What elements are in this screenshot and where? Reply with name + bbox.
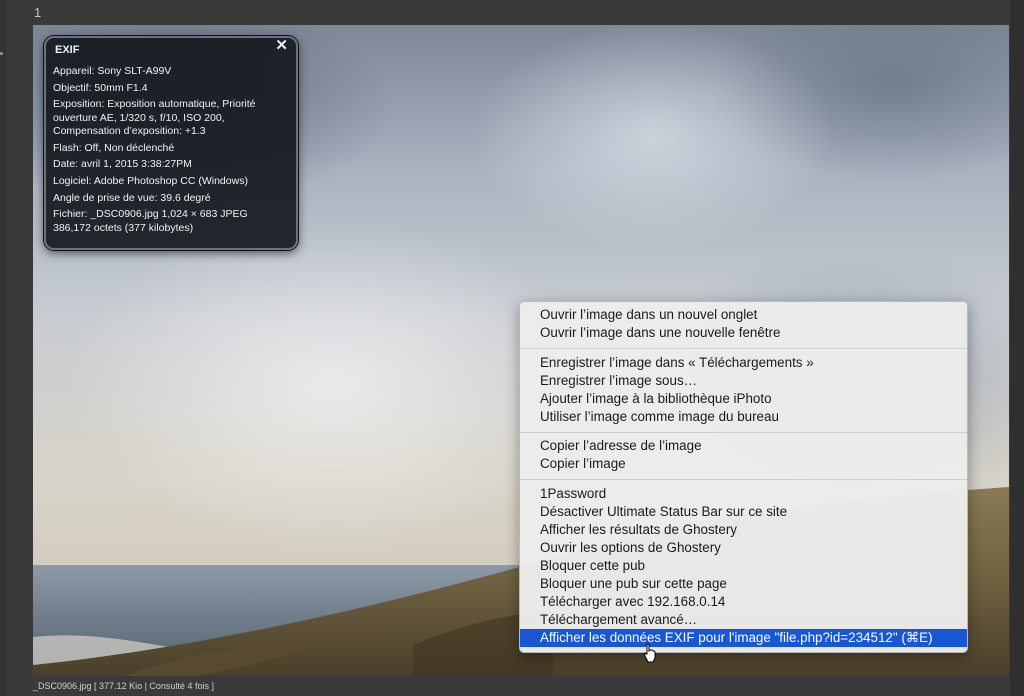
menu-item-show-exif[interactable]: Afficher les données EXIF pour l'image "… — [520, 629, 967, 647]
menu-item-ghostery-results[interactable]: Afficher les résultats de Ghostery — [520, 521, 967, 539]
menu-item-copy-image[interactable]: Copier l’image — [520, 455, 967, 473]
context-menu: Ouvrir l’image dans un nouvel onglet Ouv… — [519, 301, 968, 653]
menu-separator — [520, 479, 967, 480]
left-rail — [0, 0, 6, 696]
close-icon[interactable]: ✕ — [275, 38, 288, 53]
status-bar: _DSC0906.jpg [ 377.12 Kio | Consulté 4 f… — [33, 681, 214, 691]
menu-item-open-new-tab[interactable]: Ouvrir l’image dans un nouvel onglet — [520, 306, 967, 324]
exif-exposure: Exposition: Exposition automatique, Prio… — [53, 98, 256, 137]
menu-item-add-to-iphoto[interactable]: Ajouter l’image à la bibliothèque iPhoto — [520, 390, 967, 408]
menu-separator — [520, 432, 967, 433]
menu-item-open-new-window[interactable]: Ouvrir l’image dans une nouvelle fenêtre — [520, 324, 967, 342]
menu-item-copy-address[interactable]: Copier l’adresse de l’image — [520, 437, 967, 455]
right-scroll-rail[interactable] — [1010, 0, 1024, 696]
menu-item-ghostery-options[interactable]: Ouvrir les options de Ghostery — [520, 539, 967, 557]
pointer-cursor-icon — [644, 643, 656, 663]
menu-item-save-to-downloads[interactable]: Enregistrer l’image dans « Téléchargemen… — [520, 354, 967, 372]
menu-item-advanced-download[interactable]: Téléchargement avancé… — [520, 611, 967, 629]
menu-item-disable-status-bar[interactable]: Désactiver Ultimate Status Bar sur ce si… — [520, 503, 967, 521]
exif-camera: Appareil: Sony SLT-A99V — [53, 65, 172, 77]
exif-field-of-view: Angle de prise de vue: 39.6 degré — [53, 191, 211, 204]
menu-item-download-with[interactable]: Télécharger avec 192.168.0.14 — [520, 593, 967, 611]
exif-panel: EXIF ✕ Appareil: Sony SLT-A99V Objectif:… — [44, 36, 298, 250]
menu-item-1password[interactable]: 1Password — [520, 485, 967, 503]
exif-lens: Objectif: 50mm F1.4 — [53, 81, 148, 94]
menu-item-save-as[interactable]: Enregistrer l’image sous… — [520, 372, 967, 390]
exif-title: EXIF — [55, 44, 80, 56]
menu-item-block-ad-on-page[interactable]: Bloquer une pub sur cette page — [520, 575, 967, 593]
rail-marker — [0, 52, 3, 55]
exif-file: Fichier: _DSC0906.jpg 1,024 × 683 JPEG 3… — [53, 208, 248, 234]
menu-item-block-ad[interactable]: Bloquer cette pub — [520, 557, 967, 575]
exif-details: Appareil: Sony SLT-A99V Objectif: 50mm F… — [53, 65, 291, 238]
exif-software: Logiciel: Adobe Photoshop CC (Windows) — [53, 175, 248, 188]
exif-flash: Flash: Off, Non déclenché — [53, 141, 175, 154]
page-number: 1 — [34, 5, 42, 20]
exif-date: Date: avril 1, 2015 3:38:27PM — [53, 158, 192, 171]
menu-separator — [520, 348, 967, 349]
menu-item-set-desktop[interactable]: Utiliser l’image comme image du bureau — [520, 408, 967, 426]
